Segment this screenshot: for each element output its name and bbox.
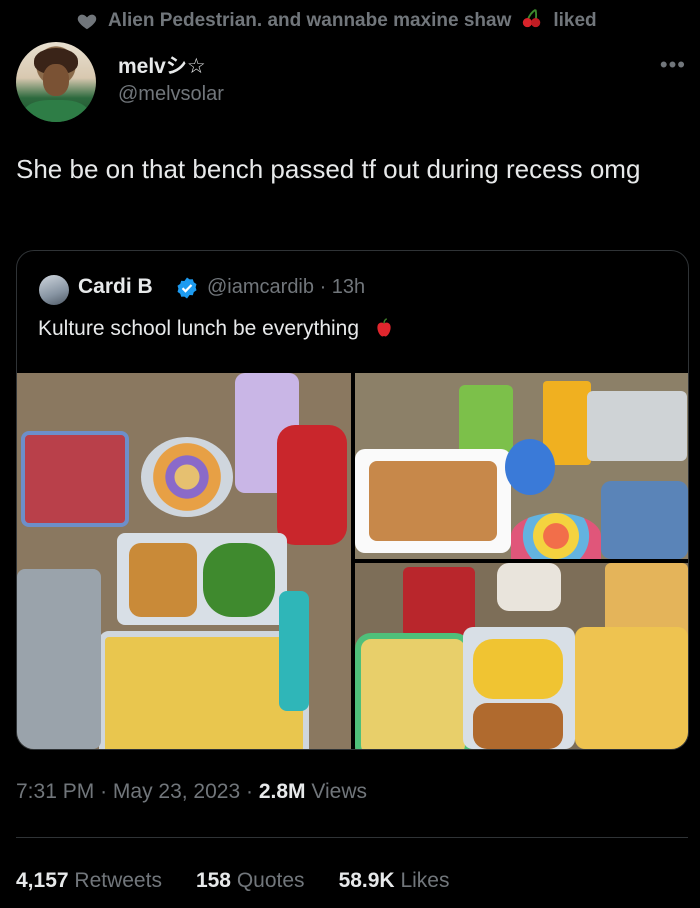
photo-fruit-box — [601, 481, 688, 559]
photo-cereal-bowl — [141, 437, 233, 517]
photo-macaroni-box — [99, 631, 309, 749]
quoted-author-name[interactable]: Cardi B — [78, 275, 153, 299]
retweets-label: Retweets — [74, 869, 162, 892]
photo-juice-bottle — [277, 425, 347, 545]
liked-label: liked — [553, 10, 597, 31]
tweet-date[interactable]: May 23, 2023 — [113, 780, 240, 803]
meta-separator: · — [319, 276, 332, 298]
liked-by-text: Alien Pedestrian. and wannabe maxine sha… — [108, 10, 512, 31]
views-label: Views — [311, 780, 367, 803]
photo-fruit-bowl — [355, 633, 471, 749]
quoted-photo-2[interactable] — [355, 373, 688, 559]
quotes-count: 158 — [195, 869, 231, 892]
photo-snack-bag-3 — [403, 567, 475, 637]
tweet-timestamp: 7:31 PM · May 23, 2023 · 2.8M Views — [16, 780, 367, 804]
quoted-photo-1[interactable] — [17, 373, 351, 749]
quotes-stat[interactable]: 158 Quotes — [196, 869, 305, 893]
photo-broccoli — [203, 543, 275, 617]
likes-count: 58.9K — [338, 869, 395, 892]
divider-top — [16, 837, 688, 838]
retweets-stat[interactable]: 4,157 Retweets — [16, 869, 162, 893]
author-handle[interactable]: @melvsolar — [118, 83, 224, 106]
photo-pasta — [369, 461, 497, 541]
dot-separator: · — [100, 780, 113, 803]
author-display-name[interactable]: melvシ☆ — [118, 50, 206, 80]
photo-macaroni-3 — [575, 627, 688, 749]
likes-label: Likes — [400, 869, 450, 892]
photo-snack-bags — [587, 391, 687, 461]
photo-blue-cup — [505, 439, 555, 495]
quoted-tweet-meta: @iamcardib · 13h — [207, 276, 365, 299]
photo-empty-box — [17, 569, 101, 749]
photo-nuggets — [129, 543, 197, 617]
verified-badge-icon — [177, 277, 197, 299]
author-avatar[interactable] — [16, 42, 96, 122]
photo-nuggets-3 — [473, 703, 563, 749]
photo-corn — [473, 639, 563, 699]
engagement-stats: 4,157 Retweets 158 Quotes 58.9K Likes — [16, 869, 449, 893]
retweets-count: 4,157 — [16, 869, 69, 892]
views-count: 2.8M — [258, 780, 306, 803]
quotes-label: Quotes — [236, 869, 305, 892]
quoted-tweet-text: Kulture school lunch be everything — [38, 317, 395, 341]
photo-teal-lid — [279, 591, 309, 711]
quoted-tweet-card[interactable]: Cardi B @iamcardib · 13h Kulture school … — [16, 250, 689, 750]
more-options-icon[interactable]: ••• — [660, 52, 686, 78]
avatar-shirt — [24, 100, 88, 122]
tweet-time[interactable]: 7:31 PM — [16, 780, 94, 803]
likes-stat[interactable]: 58.9K Likes — [339, 869, 450, 893]
quoted-author-handle[interactable]: @iamcardib — [207, 276, 314, 298]
dot-separator: · — [246, 780, 259, 803]
quoted-photo-3[interactable] — [355, 563, 688, 749]
photo-cereal-cup — [497, 563, 561, 611]
social-context[interactable]: Alien Pedestrian. and wannabe maxine sha… — [76, 8, 597, 34]
heart-icon — [77, 14, 97, 30]
quoted-author-avatar[interactable] — [39, 275, 69, 305]
quoted-tweet-time[interactable]: 13h — [332, 276, 365, 298]
photo-froot-loops — [511, 513, 601, 559]
photo-berries-container — [21, 431, 129, 527]
quoted-tweet-text-content: Kulture school lunch be everything — [38, 317, 360, 340]
apple-emoji-icon — [377, 318, 391, 337]
cherries-emoji-icon — [521, 7, 543, 35]
avatar-face — [43, 64, 69, 96]
tweet-text: She be on that bench passed tf out durin… — [16, 154, 641, 184]
